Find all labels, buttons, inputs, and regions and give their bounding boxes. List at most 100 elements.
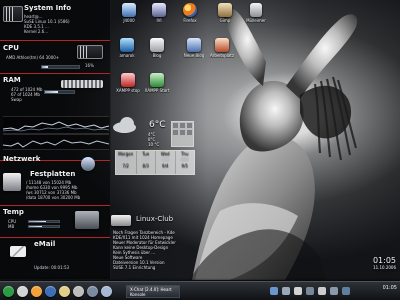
weather-control-icon: [180, 130, 185, 135]
cloud-icon: [121, 157, 131, 162]
ram-usage-fill: [45, 91, 59, 93]
xampp-icon: [121, 73, 135, 87]
divider: [0, 205, 110, 206]
cloud-icon: [180, 157, 190, 162]
linux-club-list: Noch Fragen Tanzbereich - Kde KDE/X11 mi…: [113, 230, 201, 270]
cpu-usage-fill: [42, 66, 48, 68]
mb-temp-fill: [29, 226, 42, 227]
forecast-temp: 9/4: [162, 163, 169, 168]
weather-control-icon: [173, 123, 178, 128]
home-icon[interactable]: [17, 286, 28, 297]
temperature-title: Temp: [3, 208, 24, 216]
weather-control-icon: [180, 123, 185, 128]
start-menu-icon[interactable]: [3, 286, 14, 297]
desktop-icon-label: Gimp: [219, 18, 231, 23]
network-graph: [3, 116, 109, 134]
app-icon[interactable]: [101, 286, 112, 297]
desktop-icon-j4000[interactable]: J4000: [112, 3, 146, 31]
tray-icon[interactable]: [342, 287, 350, 295]
weather-control-icon: [173, 130, 178, 135]
email-status: Update: 00:01:53: [34, 265, 104, 270]
forecast-day-label: Thu: [180, 151, 189, 156]
xampp-icon: [150, 73, 164, 87]
cpu-lines: AMD Athlon(tm) 64 3000+: [6, 55, 102, 60]
system-info-line: Kernel 2.6...: [24, 29, 49, 34]
cpu-temp-bar: [28, 220, 60, 223]
system-icon: [3, 6, 23, 22]
linux-club-icon: [111, 215, 131, 226]
ram-usage-bar: [44, 90, 75, 94]
ram-widget: RAM 472 of 1024 Mb 67 of 1024 Mb Swap: [3, 76, 109, 156]
weather-forecast: Morgen 7/2 Tue 8/3 Wed 9/4 Thu 9/5: [115, 150, 195, 175]
browser-icon[interactable]: [45, 286, 56, 297]
taskbar-clock: 01:05: [382, 285, 397, 291]
desktop-icon-trash[interactable]: Mülleimer: [239, 3, 273, 31]
cloud-icon: [160, 157, 170, 162]
desktop-icon-arbeitsplatz[interactable]: Arbeitsplatz: [205, 38, 239, 66]
forecast-day-label: Morgen: [118, 151, 134, 156]
cloud-icon: [110, 116, 140, 136]
computer-icon: [122, 3, 136, 17]
mail-icon[interactable]: [59, 286, 70, 297]
desktop-icon-amarok[interactable]: amarok: [110, 38, 144, 66]
weather-control-icon: [187, 130, 192, 135]
drives-title: Festplatten: [30, 170, 76, 178]
network-icon: [81, 157, 95, 171]
desktop: System Info heart@... SuSE Linux 10.1 (i…: [0, 0, 400, 300]
firefox-icon: [183, 3, 197, 17]
drives-widget: Festplatten / 11148 von 15024 Mb /home 6…: [3, 170, 107, 205]
desktop-icon-xampp-start[interactable]: XAMPP Start: [140, 73, 174, 101]
cpu-usage-text: 16%: [85, 63, 94, 68]
linux-club-title: Linux-Club: [136, 215, 174, 223]
gimp-icon: [218, 3, 232, 17]
forecast-day: Morgen 7/2: [116, 151, 136, 174]
clock-date: 11.10.2006: [373, 265, 396, 270]
desktop-icon-ivi[interactable]: IVI: [142, 3, 176, 31]
ivi-icon: [152, 3, 166, 17]
forecast-day-label: Wed: [160, 151, 170, 156]
network-tray-icon[interactable]: [270, 287, 278, 295]
desktop-icon-label: J4000: [123, 18, 135, 23]
desktop-icon-blog[interactable]: Blog: [140, 38, 174, 66]
forecast-temp: 7/2: [122, 163, 129, 168]
desktop-icon-label: Mülleimer: [246, 18, 266, 23]
system-info-widget: System Info heart@... SuSE Linux 10.1 (i…: [3, 4, 107, 38]
volume-tray-icon[interactable]: [282, 287, 290, 295]
home-icon: [215, 38, 229, 52]
desktop-icon-gimp[interactable]: Gimp: [208, 3, 242, 31]
drive-line: /data 18700 von 30200 Mb: [26, 195, 81, 200]
app-icon[interactable]: [87, 286, 98, 297]
forecast-temp: 9/5: [181, 163, 188, 168]
taskbar-window-button[interactable]: X-Chat [2.4.0]: Heart Konsole: [126, 285, 180, 298]
linux-club-widget: Linux-Club Noch Fragen Tanzbereich - Kde…: [109, 213, 209, 273]
divider: [0, 73, 110, 74]
desktop-icon-firefox[interactable]: Firefox: [173, 3, 207, 31]
email-widget: eMail Update: 00:01:53: [3, 240, 107, 270]
desktop-icon-label: XAMPP Start: [144, 88, 170, 93]
firefox-icon[interactable]: [31, 286, 42, 297]
activity-graph: [3, 134, 109, 150]
updates-tray-icon[interactable]: [306, 287, 314, 295]
forecast-day: Wed 9/4: [155, 151, 175, 174]
desktop-icon-label: amarok: [119, 53, 135, 58]
cpu-widget: CPU AMD Athlon(tm) 64 3000+ 16%: [3, 44, 107, 69]
power-tray-icon[interactable]: [318, 287, 326, 295]
divider: [0, 40, 110, 41]
temperature-widget: Temp CPU MB: [3, 208, 107, 235]
cpu-model: AMD Athlon(tm) 64 3000+: [6, 55, 60, 60]
forum-topic[interactable]: SUSE 7.1 Einrichtung: [113, 265, 201, 270]
divider: [0, 237, 110, 238]
clock-time: 01:05: [372, 256, 396, 265]
notes-icon: [187, 38, 201, 52]
desktop-icon-label: IVI: [156, 18, 162, 23]
blog-icon: [150, 38, 164, 52]
clipboard-tray-icon[interactable]: [294, 287, 302, 295]
current-temperature: 6°C: [149, 120, 166, 130]
network-title: Netzwerk: [3, 155, 41, 163]
tray-icon[interactable]: [330, 287, 338, 295]
cpu-temp-fill: [29, 221, 47, 222]
terminal-icon[interactable]: [73, 286, 84, 297]
mb-temp-bar: [28, 225, 60, 228]
forecast-day: Thu 9/5: [174, 151, 195, 174]
cpu-title: CPU: [3, 44, 19, 52]
